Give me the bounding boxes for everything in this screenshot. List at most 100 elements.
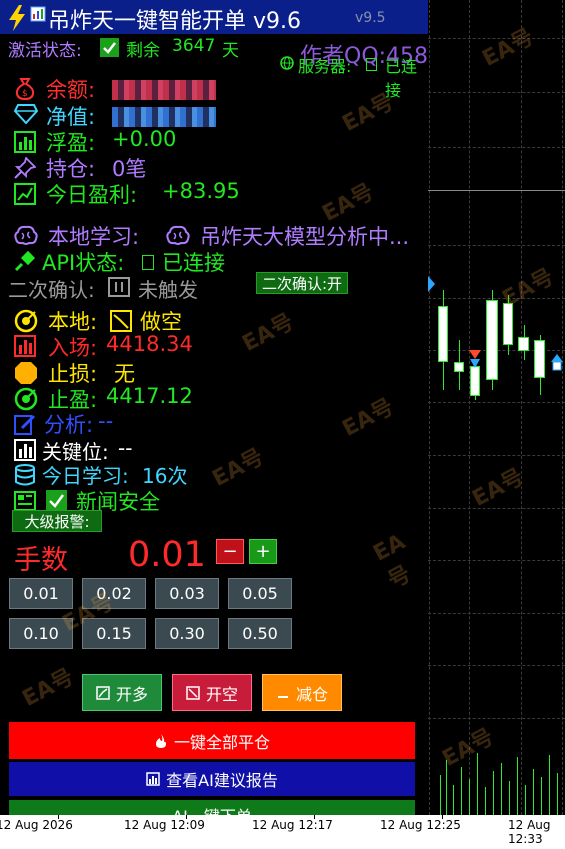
open-short-label: 开空 (205, 684, 238, 704)
candle (518, 325, 529, 360)
target-icon (14, 387, 38, 411)
floating-value: +0.00 (112, 127, 177, 151)
candle (534, 335, 545, 395)
server-label: 服务器: (298, 57, 352, 76)
time-axis: 12 Aug 2026 12 Aug 12:09 12 Aug 12:17 12… (0, 815, 565, 849)
reduce-position-button[interactable]: 减仓 (262, 674, 342, 711)
grid-line (428, 560, 565, 561)
trend-up-icon (14, 183, 36, 205)
lot-preset-button[interactable]: 0.30 (155, 618, 219, 649)
reduce-position-label: 减仓 (295, 684, 328, 704)
lots-label: 手数 (14, 545, 68, 576)
open-short-button[interactable]: 开空 (172, 674, 252, 711)
second-confirm-status: 未触发 (138, 278, 198, 302)
lots-value: 0.01 (128, 535, 206, 575)
database-icon (15, 464, 35, 486)
ai-order-button[interactable]: AI一键下单 (9, 800, 415, 815)
chart-window-icon (30, 6, 46, 22)
ai-report-label: 查看AI建议报告 (166, 771, 278, 790)
keylevel-value: -- (118, 436, 133, 460)
newspaper-icon (14, 491, 36, 511)
open-long-label: 开多 (115, 684, 148, 704)
time-label: 12 Aug 12:25 (380, 818, 461, 832)
watermark: EA号 (338, 394, 398, 442)
remaining-days: 3647 (172, 36, 216, 56)
checkbox-checked-icon (100, 38, 119, 57)
grid-line (428, 455, 565, 456)
bar-chart-icon (14, 131, 36, 153)
minus-icon (277, 695, 288, 698)
lot-preset-button[interactable]: 0.50 (228, 618, 292, 649)
buy-arrow-icon (551, 354, 563, 371)
ea-control-panel: 吊炸天一键智能开单 v9.6 v9.5 激活状态: 剩余 3647 天 作者QQ… (0, 0, 428, 815)
target-icon (14, 309, 38, 333)
lot-preset-button[interactable]: 0.02 (82, 578, 146, 609)
grid-line (428, 92, 565, 93)
volume-bar (525, 785, 526, 815)
grid-line (428, 508, 565, 509)
globe-icon (280, 56, 294, 70)
diamond-icon (14, 104, 38, 124)
open-long-button[interactable]: 开多 (82, 674, 162, 711)
volume-bar (469, 779, 470, 815)
grid-line (428, 245, 565, 246)
today-learning-label: 今日学习: (42, 464, 129, 488)
pin-icon (14, 157, 36, 179)
major-alert-button[interactable]: 大级报警: (12, 510, 102, 532)
analysis-label: 分析: (44, 413, 94, 437)
volume-bar (517, 757, 518, 815)
time-label: 12 Aug 2026 (0, 818, 73, 832)
balance-label: 余额: (46, 78, 96, 102)
close-all-label: 一键全部平仓 (173, 732, 270, 752)
brain-icon (166, 225, 190, 245)
grid-line (429, 0, 430, 815)
bar-chart-icon (146, 772, 160, 786)
grid-line (428, 147, 565, 148)
watermark: EA号 (318, 179, 378, 227)
volume-bar (493, 771, 494, 815)
volume-bar (501, 763, 502, 815)
second-confirm-label: 二次确认: (8, 278, 95, 302)
volume-bar (549, 755, 550, 815)
api-status-box-icon (142, 255, 154, 270)
analysis-value: -- (98, 409, 114, 433)
volume-bar (557, 773, 558, 815)
api-status: 已连接 (162, 251, 225, 275)
grid-line (428, 38, 565, 39)
version-ghost: v9.5 (355, 10, 386, 26)
candle (486, 290, 498, 390)
sell-arrow-icon (469, 350, 481, 368)
grid-line (428, 665, 565, 666)
lots-minus-button[interactable]: − (216, 539, 244, 564)
edit-icon (14, 414, 36, 435)
watermark: EA号 (369, 529, 416, 595)
lot-preset-button[interactable]: 0.10 (9, 618, 73, 649)
server-status: 已连接 (385, 57, 418, 100)
grid-line (428, 402, 565, 403)
second-confirm-toggle-button[interactable]: 二次确认:开 (256, 272, 348, 294)
lot-preset-button[interactable]: 0.15 (82, 618, 146, 649)
brain-icon (14, 225, 38, 245)
bar-chart-icon (14, 335, 36, 357)
activation-label: 激活状态: (8, 41, 82, 61)
plug-icon (14, 250, 36, 272)
money-bag-icon: $ (15, 78, 35, 100)
api-label: API状态: (42, 251, 125, 275)
grid-line (469, 0, 470, 815)
watermark: EA号 (238, 309, 298, 357)
server-status-box-icon (366, 58, 377, 71)
volume-bar (533, 769, 534, 815)
lot-preset-button[interactable]: 0.03 (155, 578, 219, 609)
lot-preset-button[interactable]: 0.05 (228, 578, 292, 609)
volume-bar (485, 787, 486, 815)
trend-up-icon (96, 685, 110, 700)
today-profit-label: 今日盈利: (46, 183, 138, 207)
trend-down-icon (186, 685, 200, 700)
price-chart[interactable] (428, 0, 565, 815)
ai-report-button[interactable]: 查看AI建议报告 (9, 762, 415, 796)
lot-preset-button[interactable]: 0.01 (9, 578, 73, 609)
close-all-button[interactable]: 一键全部平仓 (9, 722, 415, 759)
volume-bar (509, 781, 510, 815)
remaining-label: 剩余 (126, 41, 160, 61)
lots-plus-button[interactable]: + (249, 539, 277, 564)
